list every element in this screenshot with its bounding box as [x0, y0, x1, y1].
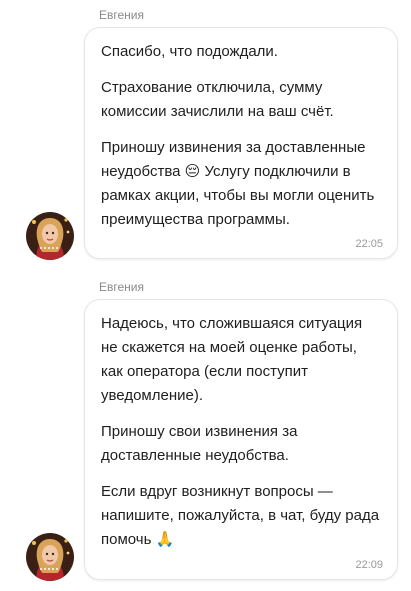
sender-name: Евгения [99, 8, 144, 22]
sender-name: Евгения [99, 280, 144, 294]
avatar-image [26, 533, 74, 581]
message-paragraph: Приношу извинения за доставленные неудоб… [101, 139, 375, 228]
message-paragraph: Спасибо, что подождали. [101, 43, 278, 60]
message-bubble[interactable]: Надеюсь, что сложившаяся ситуация не ска… [84, 299, 398, 580]
message-paragraph: Приношу свои извинения за доставленные н… [101, 423, 298, 464]
message-time: 22:05 [355, 238, 383, 250]
message-paragraph: Страхование отключила, сумму комиссии за… [101, 79, 334, 120]
message-bubble[interactable]: Спасибо, что подождали. Страхование откл… [84, 27, 398, 259]
message-paragraph: Надеюсь, что сложившаяся ситуация не ска… [101, 315, 363, 404]
avatar[interactable] [26, 212, 74, 260]
avatar[interactable] [26, 533, 74, 581]
message-paragraph: Если вдруг возникнут вопросы — напишите,… [101, 483, 380, 548]
message-time: 22:09 [355, 559, 383, 571]
avatar-image [26, 212, 74, 260]
